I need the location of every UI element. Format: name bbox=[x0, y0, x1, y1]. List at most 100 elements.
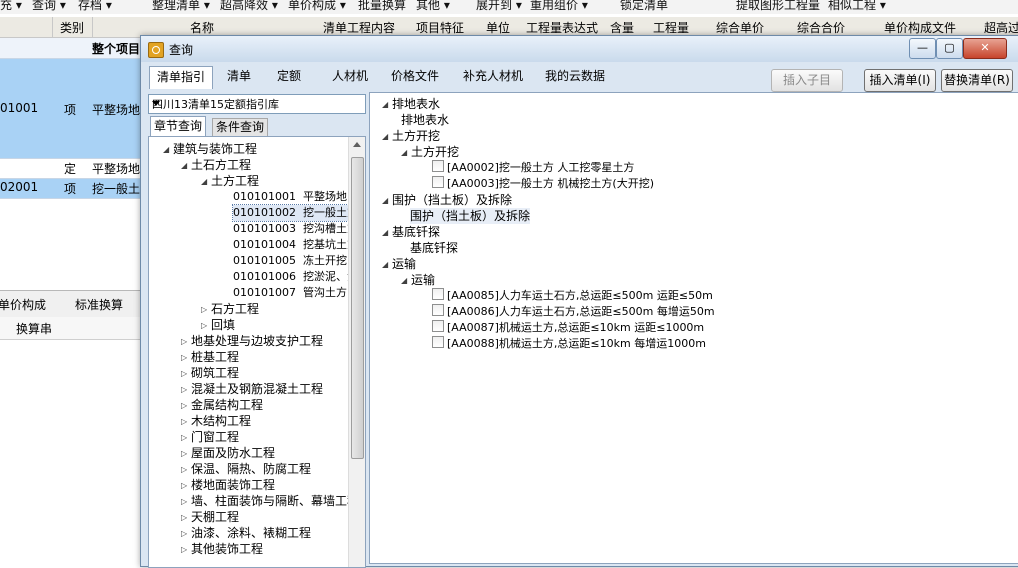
library-select[interactable]: 四川13清单15定额指引库 bbox=[148, 94, 366, 114]
guide-subgroup[interactable]: ◢ 土方开挖 bbox=[401, 144, 459, 161]
tab-quota[interactable]: 定额 bbox=[269, 66, 309, 87]
tree-code-node[interactable]: 010101003 挖沟槽土方 bbox=[233, 221, 358, 237]
tree-scrollbar[interactable] bbox=[348, 137, 365, 567]
minimize-icon[interactable]: — bbox=[909, 38, 936, 59]
column-header[interactable]: 清单工程内容 bbox=[323, 19, 395, 36]
close-icon[interactable]: ✕ bbox=[963, 38, 1007, 59]
subtab-condition[interactable]: 条件查询 bbox=[212, 118, 269, 137]
expand-icon[interactable]: ▷ bbox=[181, 430, 191, 446]
collapse-icon[interactable]: ◢ bbox=[201, 174, 211, 190]
guide-group[interactable]: ◢ 围护（挡土板）及拆除 bbox=[382, 192, 512, 209]
quota-item[interactable]: [AA0003]挖一般土方 机械挖土方(大开挖) bbox=[432, 176, 654, 192]
collapse-icon[interactable]: ◢ bbox=[401, 145, 411, 161]
toolbar-item[interactable]: 其他 ▾ bbox=[416, 0, 450, 13]
tree-node[interactable]: ▷ 桩基工程 bbox=[181, 349, 239, 366]
collapse-icon[interactable]: ◢ bbox=[382, 225, 392, 241]
expand-icon[interactable]: ▷ bbox=[201, 302, 211, 318]
guide-group[interactable]: ◢ 土方开挖 bbox=[382, 128, 440, 145]
quota-item[interactable]: [AA0088]机械运土方,总运距≤10km 每增运1000m bbox=[432, 336, 706, 352]
toolbar-item[interactable]: 充 ▾ bbox=[0, 0, 22, 13]
checkbox[interactable] bbox=[432, 304, 444, 316]
quota-item[interactable]: [AA0086]人力车运土石方,总运距≤500m 每增运50m bbox=[432, 304, 715, 320]
tree-node[interactable]: ▷ 屋面及防水工程 bbox=[181, 445, 275, 462]
expand-icon[interactable]: ▷ bbox=[181, 414, 191, 430]
toolbar-item[interactable]: 单价构成 ▾ bbox=[288, 0, 346, 13]
dialog-titlebar[interactable]: 查询 — ▢ ✕ bbox=[141, 36, 1018, 62]
tree-node[interactable]: ▷ 砌筑工程 bbox=[181, 365, 239, 382]
table-row[interactable]: 02001 项 挖一般土 bbox=[0, 179, 140, 199]
collapse-icon[interactable]: ◢ bbox=[382, 193, 392, 209]
toolbar-item[interactable]: 超高降效 ▾ bbox=[220, 0, 278, 13]
checkbox[interactable] bbox=[432, 288, 444, 300]
checkbox[interactable] bbox=[432, 320, 444, 332]
guide-group[interactable]: ◢ 运输 bbox=[382, 256, 416, 273]
collapse-icon[interactable]: ◢ bbox=[382, 97, 392, 113]
tree-node[interactable]: ▷ 混凝土及钢筋混凝土工程 bbox=[181, 381, 323, 398]
collapse-icon[interactable]: ◢ bbox=[382, 257, 392, 273]
table-row[interactable]: 01001 项 平整场地 bbox=[0, 59, 140, 159]
column-header[interactable]: 超高过 bbox=[984, 19, 1018, 36]
toolbar-item[interactable]: 展开到 ▾ bbox=[476, 0, 522, 13]
tree-code-node[interactable]: 010101004 挖基坑土方 bbox=[233, 237, 358, 253]
quota-item[interactable]: [AA0002]挖一般土方 人工挖零星土方 bbox=[432, 160, 634, 176]
tab-list[interactable]: 清单 bbox=[219, 66, 259, 87]
tree-node[interactable]: ▷ 石方工程 bbox=[201, 301, 259, 318]
expand-icon[interactable]: ▷ bbox=[181, 510, 191, 526]
collapse-icon[interactable]: ◢ bbox=[382, 129, 392, 145]
collapse-icon[interactable]: ◢ bbox=[401, 273, 411, 289]
expand-icon[interactable]: ▷ bbox=[181, 446, 191, 462]
guide-subitem[interactable]: 围护（挡土板）及拆除 bbox=[410, 208, 531, 224]
column-header[interactable]: 单位 bbox=[486, 19, 510, 36]
column-header[interactable]: 综合合价 bbox=[797, 19, 845, 36]
table-row[interactable]: 整个项目 bbox=[0, 38, 140, 59]
tree-node[interactable]: ◢ 土方工程 bbox=[201, 173, 259, 190]
column-header[interactable]: 名称 bbox=[190, 19, 214, 36]
toolbar-item[interactable]: 提取图形工程量 bbox=[736, 0, 820, 13]
tree-node[interactable]: ▷ 天棚工程 bbox=[181, 509, 239, 526]
guide-group[interactable]: ◢ 基底钎探 bbox=[382, 224, 440, 241]
replace-list-button[interactable]: 替换清单(R) bbox=[941, 69, 1013, 92]
checkbox[interactable] bbox=[432, 176, 444, 188]
column-header[interactable]: 综合单价 bbox=[716, 19, 764, 36]
column-header[interactable]: 工程量 bbox=[653, 19, 689, 36]
tab-labor-material[interactable]: 人材机 bbox=[323, 66, 377, 87]
expand-icon[interactable]: ▷ bbox=[181, 334, 191, 350]
expand-icon[interactable]: ▷ bbox=[181, 366, 191, 382]
tab-unit-price[interactable]: 看单价构成 bbox=[0, 296, 46, 313]
guide-subitem[interactable]: 排地表水 bbox=[401, 112, 449, 128]
scroll-thumb[interactable] bbox=[351, 157, 364, 459]
tab-price-file[interactable]: 价格文件 bbox=[385, 66, 445, 87]
expand-icon[interactable]: ▷ bbox=[181, 398, 191, 414]
toolbar-item[interactable]: 批量换算 bbox=[358, 0, 406, 13]
expand-icon[interactable]: ▷ bbox=[201, 318, 211, 334]
tree-node[interactable]: ▷ 金属结构工程 bbox=[181, 397, 263, 414]
checkbox[interactable] bbox=[432, 160, 444, 172]
tree-node[interactable]: ▷ 木结构工程 bbox=[181, 413, 251, 430]
tree-node[interactable]: ▷ 墙、柱面装饰与隔断、幕墙工程 bbox=[181, 493, 359, 510]
maximize-icon[interactable]: ▢ bbox=[936, 38, 963, 59]
expand-icon[interactable]: ▷ bbox=[181, 350, 191, 366]
tree-node[interactable]: ◢ 土石方工程 bbox=[181, 157, 251, 174]
column-header[interactable]: 项目特征 bbox=[416, 19, 464, 36]
quota-item[interactable]: [AA0087]机械运土方,总运距≤10km 运距≤1000m bbox=[432, 320, 704, 336]
quota-item[interactable]: [AA0085]人力车运土石方,总运距≤500m 运距≤50m bbox=[432, 288, 713, 304]
toolbar-item[interactable]: 查询 ▾ bbox=[32, 0, 66, 13]
toolbar-item[interactable]: 存档 ▾ bbox=[78, 0, 112, 13]
column-header[interactable]: 类别 bbox=[60, 19, 84, 36]
tab-list-guide[interactable]: 清单指引 bbox=[149, 66, 213, 89]
tree-node[interactable]: ▷ 地基处理与边坡支护工程 bbox=[181, 333, 323, 350]
expand-icon[interactable]: ▷ bbox=[181, 382, 191, 398]
tree-node[interactable]: ▷ 其他装饰工程 bbox=[181, 541, 263, 558]
tree-node[interactable]: ▷ 楼地面装饰工程 bbox=[181, 477, 275, 494]
guide-subitem[interactable]: 基底钎探 bbox=[410, 240, 458, 256]
tree-code-node[interactable]: 010101002 挖一般土方 bbox=[232, 204, 359, 222]
tab-cloud-data[interactable]: 我的云数据 bbox=[539, 66, 611, 87]
collapse-icon[interactable]: ◢ bbox=[181, 158, 191, 174]
tree-node[interactable]: ▷ 油漆、涂料、裱糊工程 bbox=[181, 525, 311, 542]
scroll-up-icon[interactable] bbox=[353, 142, 361, 147]
expand-icon[interactable]: ▷ bbox=[181, 526, 191, 542]
toolbar-item[interactable]: 相似工程 ▾ bbox=[828, 0, 886, 13]
column-header[interactable]: 含量 bbox=[610, 19, 634, 36]
guide-subgroup[interactable]: ◢ 运输 bbox=[401, 272, 435, 289]
expand-icon[interactable]: ▷ bbox=[181, 494, 191, 510]
